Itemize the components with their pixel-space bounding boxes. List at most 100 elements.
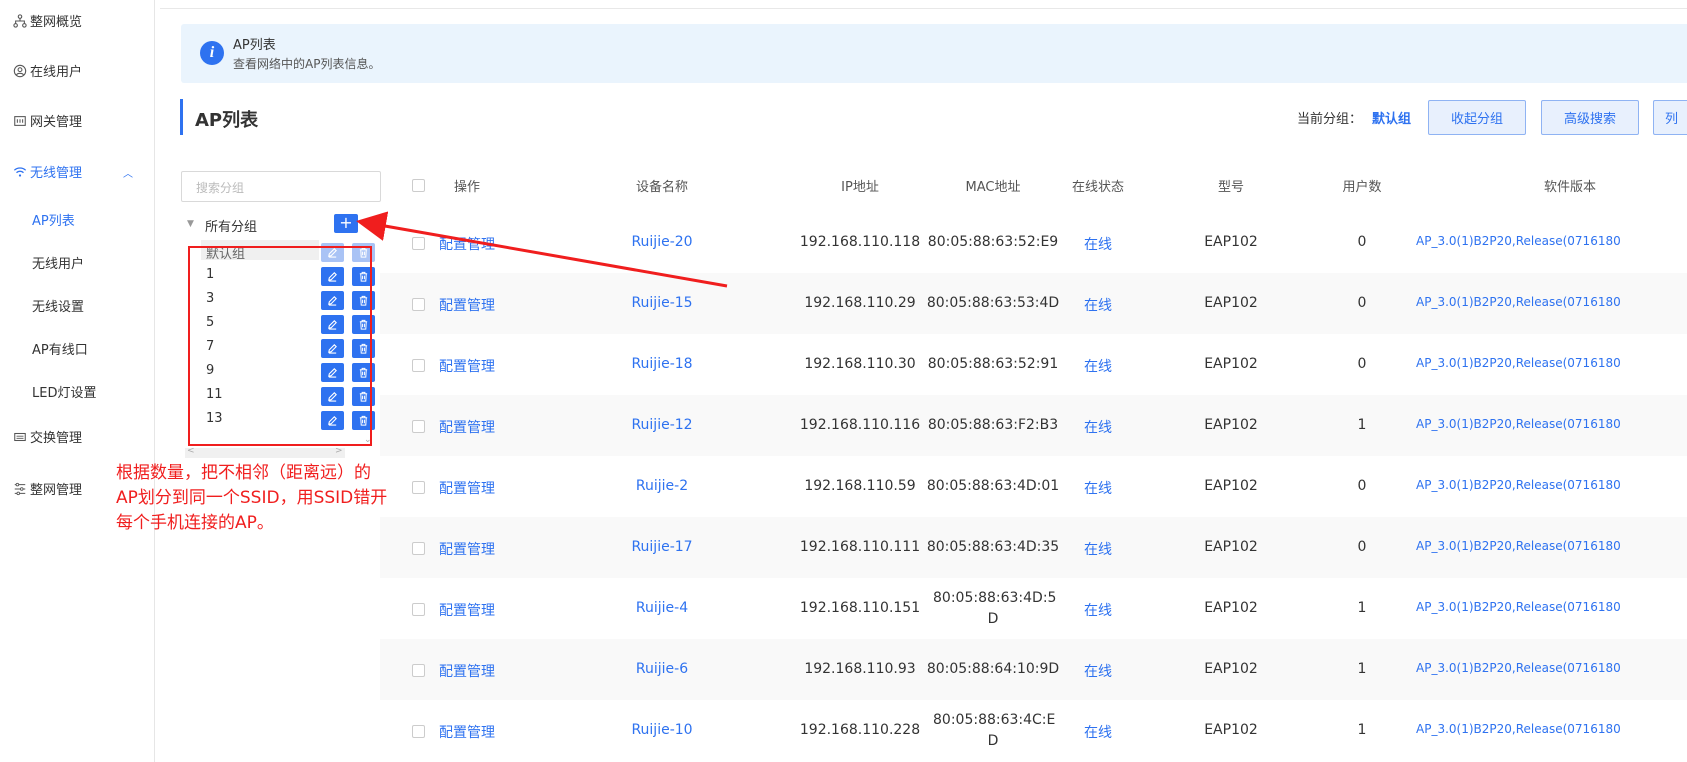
software-cell[interactable]: AP_3.0(1)B2P20,Release(0716180 — [1416, 722, 1686, 736]
config-link[interactable]: 配置管理 — [422, 539, 512, 559]
device-name-link[interactable]: Ruijie-17 — [612, 539, 712, 555]
users-cell: 1 — [1357, 661, 1367, 677]
banner-title: AP列表 — [233, 38, 276, 53]
nav-sub-ap-wired-port[interactable]: AP有线口 — [32, 339, 88, 358]
nav-sub-wireless-settings[interactable]: 无线设置 — [32, 296, 84, 315]
group-name: 13 — [206, 411, 223, 426]
ip-cell: 192.168.110.111 — [799, 539, 921, 555]
group-search-input[interactable]: 搜索分组 — [181, 171, 381, 202]
select-all-checkbox[interactable] — [412, 179, 425, 192]
delete-icon[interactable] — [352, 315, 375, 334]
caret-down-icon[interactable]: ▼ — [187, 219, 194, 229]
chevron-up-icon[interactable]: ︿ — [123, 165, 133, 180]
group-name: 11 — [206, 387, 223, 402]
software-cell[interactable]: AP_3.0(1)B2P20,Release(0716180 — [1416, 539, 1686, 553]
delete-icon[interactable] — [352, 411, 375, 430]
group-tree-root[interactable]: 所有分组 — [205, 216, 257, 235]
group-name: 5 — [206, 315, 215, 330]
config-link[interactable]: 配置管理 — [422, 295, 512, 315]
group-name: 1 — [206, 267, 215, 282]
status-cell: 在线 — [1084, 664, 1112, 680]
device-name-link[interactable]: Ruijie-20 — [612, 234, 712, 250]
group-item[interactable]: 11 — [181, 384, 375, 407]
config-link[interactable]: 配置管理 — [422, 600, 512, 620]
config-link[interactable]: 配置管理 — [422, 234, 512, 254]
delete-icon[interactable] — [352, 291, 375, 310]
nav-sub-led-settings[interactable]: LED灯设置 — [32, 382, 96, 401]
edit-icon[interactable] — [321, 411, 344, 430]
topology-icon — [12, 13, 28, 29]
device-name-link[interactable]: Ruijie-4 — [612, 600, 712, 616]
edit-icon[interactable] — [321, 363, 344, 382]
add-group-button[interactable]: + — [334, 214, 358, 233]
mac-line: 80:05:88:63:4C:E — [933, 712, 1056, 728]
delete-icon[interactable] — [352, 387, 375, 406]
table-row: 配置管理 Ruijie-6 192.168.110.93 80:05:88:64… — [380, 639, 1687, 700]
software-cell[interactable]: AP_3.0(1)B2P20,Release(0716180 — [1416, 600, 1686, 614]
nav-overview[interactable]: 整网概览 — [12, 11, 82, 30]
nav-sub-ap-list[interactable]: AP列表 — [32, 210, 75, 229]
device-name-link[interactable]: Ruijie-2 — [612, 478, 712, 494]
nav-switch[interactable]: 交换管理 — [12, 427, 82, 446]
group-item[interactable]: 5 — [181, 312, 375, 335]
mac-cell: 80:05:88:63:53:4D — [926, 295, 1060, 311]
scroll-left-icon[interactable]: < — [187, 446, 195, 456]
config-link[interactable]: 配置管理 — [422, 661, 512, 681]
nav-network-manage[interactable]: 整网管理 — [12, 479, 82, 498]
group-item[interactable]: 13 — [181, 408, 375, 431]
edit-icon[interactable] — [321, 387, 344, 406]
nav-gateway[interactable]: 网关管理 — [12, 111, 82, 130]
edit-icon[interactable] — [321, 267, 344, 286]
collapse-groups-button[interactable]: 收起分组 — [1428, 100, 1526, 135]
config-link[interactable]: 配置管理 — [422, 722, 512, 742]
edit-icon[interactable] — [321, 339, 344, 358]
software-cell[interactable]: AP_3.0(1)B2P20,Release(0716180 — [1416, 356, 1686, 370]
edit-icon[interactable] — [321, 315, 344, 334]
status-cell: 在线 — [1084, 481, 1112, 497]
users-cell: 0 — [1357, 295, 1367, 311]
table-row: 配置管理 Ruijie-10 192.168.110.228 80:05:88:… — [380, 700, 1687, 761]
columns-button[interactable]: 列 — [1653, 100, 1687, 135]
status-cell: 在线 — [1084, 359, 1112, 375]
config-link[interactable]: 配置管理 — [422, 356, 512, 376]
horizontal-scrollbar[interactable]: < > — [185, 446, 345, 458]
scroll-down-icon[interactable]: ⌄ — [364, 435, 372, 445]
group-item[interactable]: 7 — [181, 336, 375, 359]
software-cell[interactable]: AP_3.0(1)B2P20,Release(0716180 — [1416, 417, 1686, 431]
group-item[interactable]: 9 — [181, 360, 375, 383]
users-cell: 1 — [1357, 600, 1367, 616]
device-name-link[interactable]: Ruijie-6 — [612, 661, 712, 677]
status-cell: 在线 — [1084, 298, 1112, 314]
group-item[interactable]: 1 — [181, 264, 375, 287]
group-item[interactable]: 3 — [181, 288, 375, 311]
table-row: 配置管理 Ruijie-15 192.168.110.29 80:05:88:6… — [380, 273, 1687, 334]
annotation-line: AP划分到同一个SSID，用SSID错开 — [116, 488, 388, 508]
device-name-link[interactable]: Ruijie-18 — [612, 356, 712, 372]
delete-icon[interactable] — [352, 267, 375, 286]
divider — [160, 8, 1687, 9]
group-item[interactable]: 默认组 — [181, 240, 375, 263]
delete-icon[interactable] — [352, 363, 375, 382]
advanced-search-button[interactable]: 高级搜索 — [1541, 100, 1639, 135]
nav-wireless[interactable]: 无线管理 — [12, 162, 82, 181]
edit-icon[interactable] — [321, 291, 344, 310]
software-cell[interactable]: AP_3.0(1)B2P20,Release(0716180 — [1416, 295, 1686, 309]
search-placeholder: 搜索分组 — [196, 181, 245, 195]
nav-online-users[interactable]: 在线用户 — [12, 61, 82, 80]
group-list: 默认组 1 3 5 7 9 11 13 — [181, 240, 375, 448]
edit-icon — [321, 243, 344, 262]
model-cell: EAP102 — [1204, 722, 1258, 738]
users-cell: 0 — [1357, 234, 1367, 250]
nav-label: 网关管理 — [30, 115, 83, 130]
nav-sub-wireless-users[interactable]: 无线用户 — [32, 253, 84, 272]
config-link[interactable]: 配置管理 — [422, 417, 512, 437]
software-cell[interactable]: AP_3.0(1)B2P20,Release(0716180 — [1416, 478, 1686, 492]
software-cell[interactable]: AP_3.0(1)B2P20,Release(0716180 — [1416, 234, 1686, 248]
device-name-link[interactable]: Ruijie-10 — [612, 722, 712, 738]
delete-icon[interactable] — [352, 339, 375, 358]
software-cell[interactable]: AP_3.0(1)B2P20,Release(0716180 — [1416, 661, 1686, 675]
device-name-link[interactable]: Ruijie-15 — [612, 295, 712, 311]
device-name-link[interactable]: Ruijie-12 — [612, 417, 712, 433]
model-cell: EAP102 — [1204, 539, 1258, 555]
scroll-right-icon[interactable]: > — [335, 446, 343, 456]
